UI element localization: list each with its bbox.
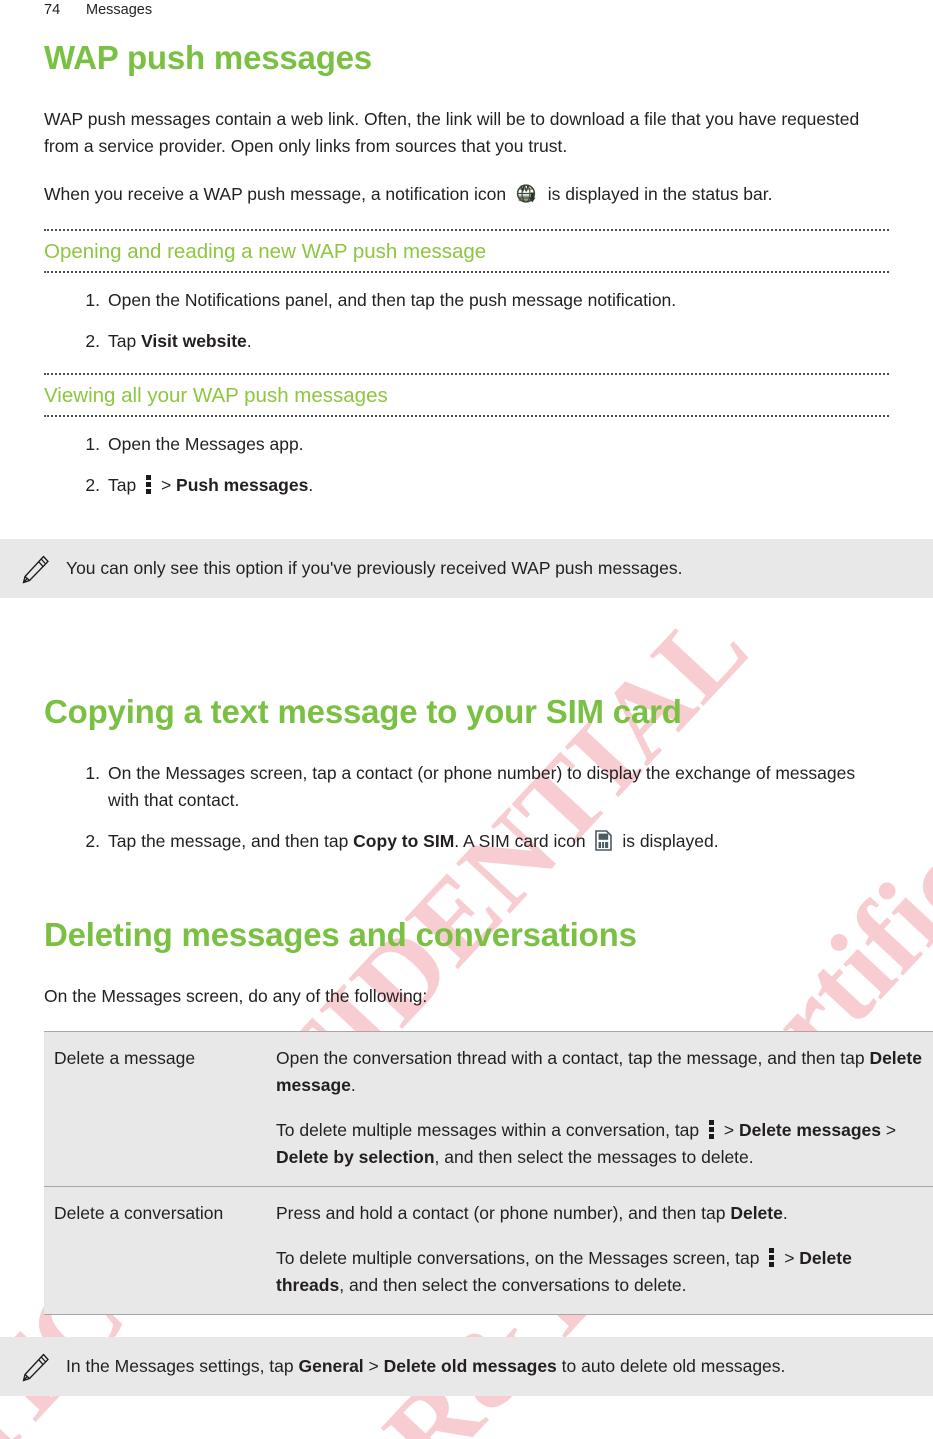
note-text: You can only see this option if you've p… xyxy=(66,558,683,578)
pencil-icon xyxy=(18,552,52,586)
table-cell-paragraph: Press and hold a contact (or phone numbe… xyxy=(276,1200,922,1227)
step-text-mid: . A SIM card icon xyxy=(454,831,591,851)
section-heading-deleting: Deleting messages and conversations xyxy=(44,916,637,953)
list-item: Tap > Push messages. xyxy=(72,472,889,499)
note-text-start: In the Messages settings, tap xyxy=(66,1356,299,1376)
table-row: Delete a message Open the conversation t… xyxy=(44,1031,933,1187)
cell-text: To delete multiple messages within a con… xyxy=(276,1120,705,1140)
steps-opening-and-reading: Open the Notifications panel, and then t… xyxy=(44,287,889,355)
ui-label-delete-old-messages: Delete old messages xyxy=(383,1356,557,1376)
step-text-end: . xyxy=(308,475,314,495)
step-text: On the Messages screen, tap a contact (o… xyxy=(108,763,856,810)
step-text: Tap xyxy=(108,331,142,351)
chapter-name: Messages xyxy=(86,2,153,18)
cell-text-end: , and then select the messages to delete… xyxy=(434,1147,754,1167)
cell-separator: > xyxy=(719,1120,739,1140)
ui-label-general: General xyxy=(298,1356,364,1376)
step-text: Tap xyxy=(108,475,142,495)
document-page: 74 Messages WAP push messages WAP push me… xyxy=(0,0,933,1439)
ui-label-delete-by-selection: Delete by selection xyxy=(276,1147,435,1167)
sim-card-icon xyxy=(595,830,613,851)
cell-text-end: . xyxy=(350,1075,356,1095)
paragraph-wap-notification-after: is displayed in the status bar. xyxy=(542,184,773,204)
ui-label-copy-to-sim: Copy to SIM xyxy=(353,831,455,851)
list-item: Tap Visit website. xyxy=(72,328,889,355)
list-item: Open the Messages app. xyxy=(72,431,889,458)
steps-viewing-all: Open the Messages app. Tap > Push messag… xyxy=(44,431,889,499)
table-cell-paragraph: To delete multiple conversations, on the… xyxy=(276,1245,922,1299)
list-item: Tap the message, and then tap Copy to SI… xyxy=(72,828,889,855)
overflow-menu-icon xyxy=(145,475,152,494)
cell-text-end: . xyxy=(782,1203,788,1223)
cell-text: Open the conversation thread with a cont… xyxy=(276,1048,870,1068)
svg-text:W: W xyxy=(520,184,529,194)
note-box-wap-push: You can only see this option if you've p… xyxy=(0,539,933,598)
overflow-menu-icon xyxy=(708,1120,715,1139)
list-item: On the Messages screen, tap a contact (o… xyxy=(72,760,889,814)
deleting-options-table: Delete a message Open the conversation t… xyxy=(44,1031,933,1315)
steps-copy-to-sim: On the Messages screen, tap a contact (o… xyxy=(44,760,889,855)
subheading-viewing-all: Viewing all your WAP push messages xyxy=(44,373,889,417)
page-content: WAP push messages WAP push messages cont… xyxy=(0,38,933,1396)
note-text-end: to auto delete old messages. xyxy=(556,1356,786,1376)
section-heading-copy-to-sim: Copying a text message to your SIM card xyxy=(44,693,682,730)
step-text: Tap the message, and then tap xyxy=(108,831,354,851)
cell-text: To delete multiple conversations, on the… xyxy=(276,1248,765,1268)
page-number: 74 xyxy=(44,2,61,18)
wap-push-icon: W xyxy=(516,183,538,205)
table-cell-key: Delete a conversation xyxy=(44,1186,264,1315)
pencil-icon xyxy=(18,1350,52,1384)
step-separator: > xyxy=(156,475,177,495)
list-item: Open the Notifications panel, and then t… xyxy=(72,287,889,314)
table-cell-value: Open the conversation thread with a cont… xyxy=(264,1031,933,1187)
ui-label-delete: Delete xyxy=(730,1203,783,1223)
subheading-opening-and-reading: Opening and reading a new WAP push messa… xyxy=(44,229,889,273)
paragraph-wap-intro: WAP push messages contain a web link. Of… xyxy=(44,109,860,156)
overflow-menu-icon xyxy=(768,1248,775,1267)
step-text-end: . xyxy=(246,331,252,351)
cell-separator-2: > xyxy=(881,1120,897,1140)
paragraph-wap-notification-before: When you receive a WAP push message, a n… xyxy=(44,184,511,204)
table-cell-paragraph: To delete multiple messages within a con… xyxy=(276,1117,922,1171)
ui-label-delete-messages: Delete messages xyxy=(738,1120,882,1140)
ui-label-visit-website: Visit website xyxy=(141,331,247,351)
paragraph-wap-notification: When you receive a WAP push message, a n… xyxy=(44,181,889,208)
note-box-delete-old-messages: In the Messages settings, tap General > … xyxy=(0,1337,933,1396)
ui-label-push-messages: Push messages xyxy=(176,475,309,495)
cell-text-end: , and then select the conversations to d… xyxy=(339,1275,687,1295)
table-cell-value: Press and hold a contact (or phone numbe… xyxy=(264,1186,933,1315)
step-text-end: is displayed. xyxy=(617,831,719,851)
table-cell-paragraph: Open the conversation thread with a cont… xyxy=(276,1045,922,1099)
note-text: In the Messages settings, tap General > … xyxy=(66,1353,913,1380)
step-text: Open the Messages app. xyxy=(108,434,304,454)
table-row: Delete a conversation Press and hold a c… xyxy=(44,1186,933,1315)
step-text: Open the Notifications panel, and then t… xyxy=(108,290,677,310)
subsection-viewing-all-header: Viewing all your WAP push messages xyxy=(44,373,889,417)
cell-text: Press and hold a contact (or phone numbe… xyxy=(276,1203,731,1223)
subsection-opening-and-reading-header: Opening and reading a new WAP push messa… xyxy=(44,229,889,273)
cell-separator: > xyxy=(779,1248,800,1268)
table-cell-key: Delete a message xyxy=(44,1031,264,1187)
section-heading-wap-push: WAP push messages xyxy=(44,39,372,76)
paragraph-deleting-intro: On the Messages screen, do any of the fo… xyxy=(44,986,428,1006)
note-separator: > xyxy=(363,1356,384,1376)
running-head: 74 Messages xyxy=(44,0,152,20)
